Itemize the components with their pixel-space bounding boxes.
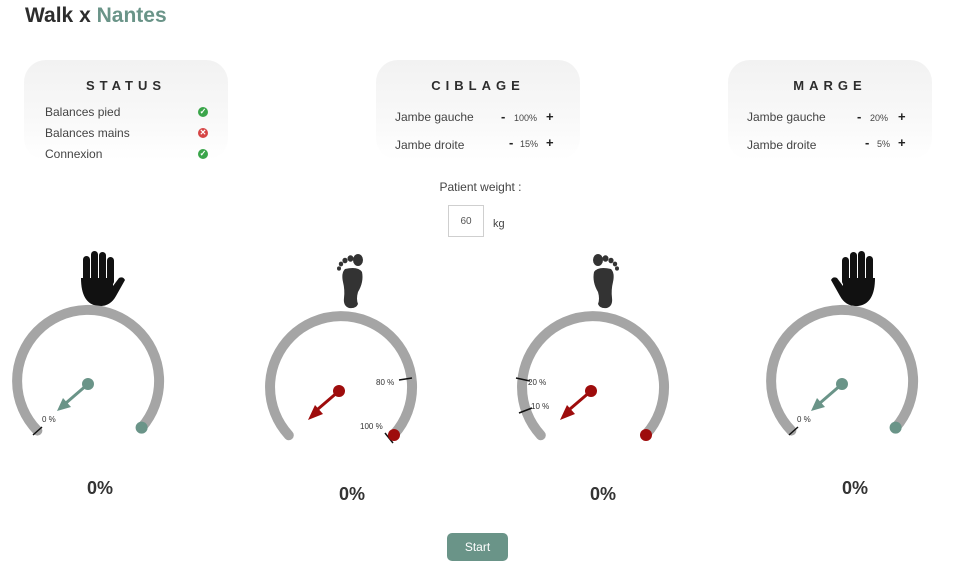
marge-droite-minus-button[interactable]: -	[865, 136, 869, 150]
gauge-end-marker	[388, 429, 400, 441]
right-hand-percent: 0%	[841, 478, 868, 498]
check-icon: ✓	[198, 107, 208, 117]
patient-weight-input[interactable]: 60	[448, 205, 484, 237]
check-icon: ✓	[198, 149, 208, 159]
ciblage-droite-value: 15%	[520, 139, 539, 149]
right-foot-gauge: 20 % 10 %	[515, 311, 669, 441]
gauge-needle-pivot	[836, 378, 848, 390]
gauge-tick-label: 20 %	[528, 378, 546, 387]
gauge-end-marker	[135, 421, 148, 434]
right-hand-gauge: 0 %	[766, 304, 919, 436]
right-foot-percent: 0%	[589, 484, 616, 504]
title-accent: Nantes	[96, 4, 167, 27]
ciblage-label-jambe-gauche: Jambe gauche	[395, 110, 474, 124]
left-hand-gauge: 0 %	[12, 304, 165, 436]
status-label-balances-pied: Balances pied	[45, 105, 121, 119]
left-foot-gauge: 80 % 100 %	[265, 311, 417, 444]
gauge-needle-pivot	[82, 378, 94, 390]
error-icon: ✕	[198, 128, 208, 138]
patient-weight-label: Patient weight :	[439, 180, 522, 194]
app-title: Walk x Nantes	[25, 4, 167, 28]
marge-droite-plus-button[interactable]: +	[898, 136, 906, 150]
weight-unit: kg	[493, 218, 505, 230]
gauge-needle-pivot	[585, 385, 597, 397]
gauge-tick-label: 80 %	[376, 378, 394, 387]
ciblage-gauche-minus-button[interactable]: -	[501, 110, 505, 124]
ciblage-gauche-plus-button[interactable]: +	[546, 110, 554, 124]
status-card: STATUS Balances pied ✓ Balances mains ✕ …	[24, 60, 228, 161]
ciblage-label-jambe-droite: Jambe droite	[395, 138, 465, 152]
left-foot-icon	[337, 254, 363, 309]
start-button[interactable]: Start	[447, 533, 508, 561]
status-label-balances-mains: Balances mains	[45, 126, 130, 140]
gauge-end-marker	[889, 421, 902, 434]
status-card-title: STATUS	[85, 78, 167, 93]
title-prefix: Walk x	[25, 4, 91, 27]
status-label-connexion: Connexion	[45, 147, 103, 161]
marge-card: MARGE Jambe gauche - 20% + Jambe droite …	[728, 60, 932, 160]
marge-gauche-minus-button[interactable]: -	[857, 110, 861, 124]
marge-card-title: MARGE	[793, 78, 867, 93]
left-hand-percent: 0%	[86, 478, 113, 498]
gauge-tick-label: 0 %	[797, 415, 811, 424]
marge-label-jambe-droite: Jambe droite	[747, 138, 817, 152]
gauge-end-marker	[640, 429, 652, 441]
gauge-tick-label: 100 %	[360, 422, 383, 431]
gauge-tick-label: 10 %	[531, 402, 549, 411]
right-foot-icon	[593, 254, 619, 309]
ciblage-card: CIBLAGE Jambe gauche - 100% + Jambe droi…	[376, 60, 580, 160]
gauge-needle-pivot	[333, 385, 345, 397]
left-foot-percent: 0%	[338, 484, 365, 504]
ciblage-droite-minus-button[interactable]: -	[509, 136, 513, 150]
ciblage-gauche-value: 100%	[514, 113, 538, 123]
ciblage-card-title: CIBLAGE	[431, 78, 525, 93]
marge-label-jambe-gauche: Jambe gauche	[747, 110, 826, 124]
gauge-tick-label: 0 %	[42, 415, 56, 424]
ciblage-droite-plus-button[interactable]: +	[546, 136, 554, 150]
marge-gauche-plus-button[interactable]: +	[898, 110, 906, 124]
marge-gauche-value: 20%	[870, 113, 889, 123]
marge-droite-value: 5%	[877, 139, 891, 149]
